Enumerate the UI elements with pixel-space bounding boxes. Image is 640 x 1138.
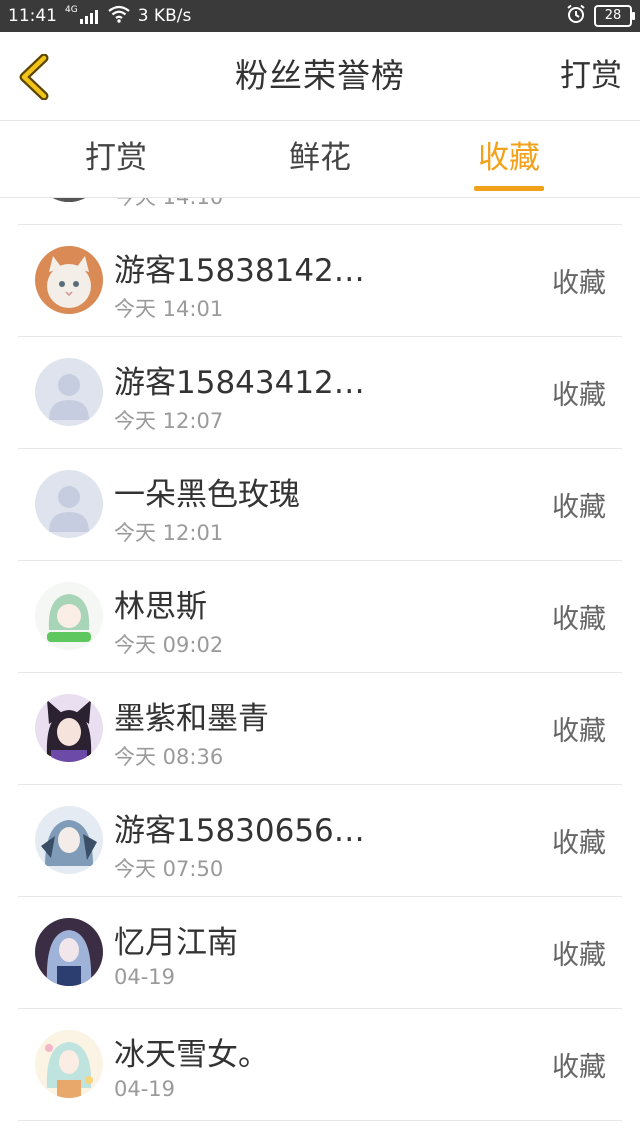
fan-time: 今天 14:10	[114, 198, 223, 211]
green-hair-anime-avatar	[35, 582, 103, 650]
cat-ear-anime-avatar	[35, 694, 103, 762]
signal-icon	[79, 8, 98, 24]
list-item[interactable]: 游客15838142… 今天 14:01 收藏	[18, 225, 622, 337]
battery-icon: 28	[594, 5, 635, 27]
fan-time: 今天 14:01	[114, 297, 224, 321]
list-item[interactable]: 一朵黑色玫瑰 今天 12:01 收藏	[18, 449, 622, 561]
page-title: 粉丝荣誉榜	[235, 56, 405, 95]
active-tab-indicator	[474, 186, 544, 191]
fan-name: 游客15830656…	[114, 813, 365, 849]
network-speed: 3 KB/s	[137, 6, 192, 26]
wifi-icon	[108, 5, 130, 28]
fan-name: 冰天雪女。	[114, 1037, 269, 1073]
fan-time: 今天 09:02	[114, 633, 224, 657]
dark-figure-avatar	[35, 198, 103, 202]
dark-blue-anime-avatar	[35, 918, 103, 986]
alarm-icon	[566, 4, 586, 28]
fan-name: 一朵黑色玫瑰	[114, 477, 300, 513]
fan-name: 游客15838142…	[114, 253, 365, 289]
list-item[interactable]: 忆月江南 04-19 收藏	[18, 897, 622, 1009]
list-item[interactable]: 游客15830656… 今天 07:50 收藏	[18, 785, 622, 897]
tab-bar: 打赏 鲜花 收藏	[0, 121, 640, 198]
favorite-label: 收藏	[552, 716, 606, 747]
list-item[interactable]: 今天 14:10 收藏	[18, 198, 622, 225]
list-item[interactable]: 林思斯 今天 09:02 收藏	[18, 561, 622, 673]
fan-time: 今天 08:36	[114, 745, 224, 769]
fan-time: 今天 12:07	[114, 409, 224, 433]
favorite-label: 收藏	[552, 1052, 606, 1083]
favorite-label: 收藏	[552, 828, 606, 859]
favorite-label: 收藏	[552, 604, 606, 635]
fan-name: 游客15843412…	[114, 365, 365, 401]
tab-label: 收藏	[478, 140, 540, 176]
tab-reward[interactable]: 打赏	[70, 121, 162, 197]
list-item[interactable]: 游客15843412… 今天 12:07 收藏	[18, 337, 622, 449]
favorite-label: 收藏	[552, 380, 606, 411]
tab-label: 打赏	[85, 140, 147, 176]
fan-time: 04-19	[114, 1077, 176, 1101]
fan-time: 今天 12:01	[114, 521, 224, 545]
tab-favorites[interactable]: 收藏	[474, 121, 544, 197]
fan-name: 墨紫和墨青	[114, 701, 269, 737]
fan-list[interactable]: 今天 14:10 收藏 游客15838142… 今天 14:01 收藏	[0, 198, 640, 1138]
fan-time: 04-19	[114, 965, 176, 989]
fan-name: 忆月江南	[114, 925, 238, 961]
blue-anime-avatar	[35, 806, 103, 874]
favorite-label: 收藏	[552, 940, 606, 971]
list-item[interactable]: 冰天雪女。 04-19 收藏	[18, 1009, 622, 1121]
favorite-label: 收藏	[552, 492, 606, 523]
app-header: 粉丝荣誉榜 打赏	[0, 32, 640, 121]
fan-time: 今天 07:50	[114, 857, 224, 881]
favorite-label: 收藏	[552, 268, 606, 299]
tab-label: 鲜花	[289, 140, 351, 176]
fan-name: 林思斯	[114, 589, 207, 625]
tab-flowers[interactable]: 鲜花	[274, 121, 366, 197]
reward-button[interactable]: 打赏	[560, 32, 622, 120]
status-bar: 11:41 4G 3 KB/s 28	[0, 0, 640, 32]
default-user-avatar	[35, 358, 103, 426]
default-user-avatar	[35, 470, 103, 538]
pastel-anime-avatar	[35, 1030, 103, 1098]
white-kitten-avatar	[35, 246, 103, 314]
network-type: 4G	[65, 5, 78, 15]
status-time: 11:41	[8, 6, 57, 26]
list-item[interactable]: 墨紫和墨青 今天 08:36 收藏	[18, 673, 622, 785]
